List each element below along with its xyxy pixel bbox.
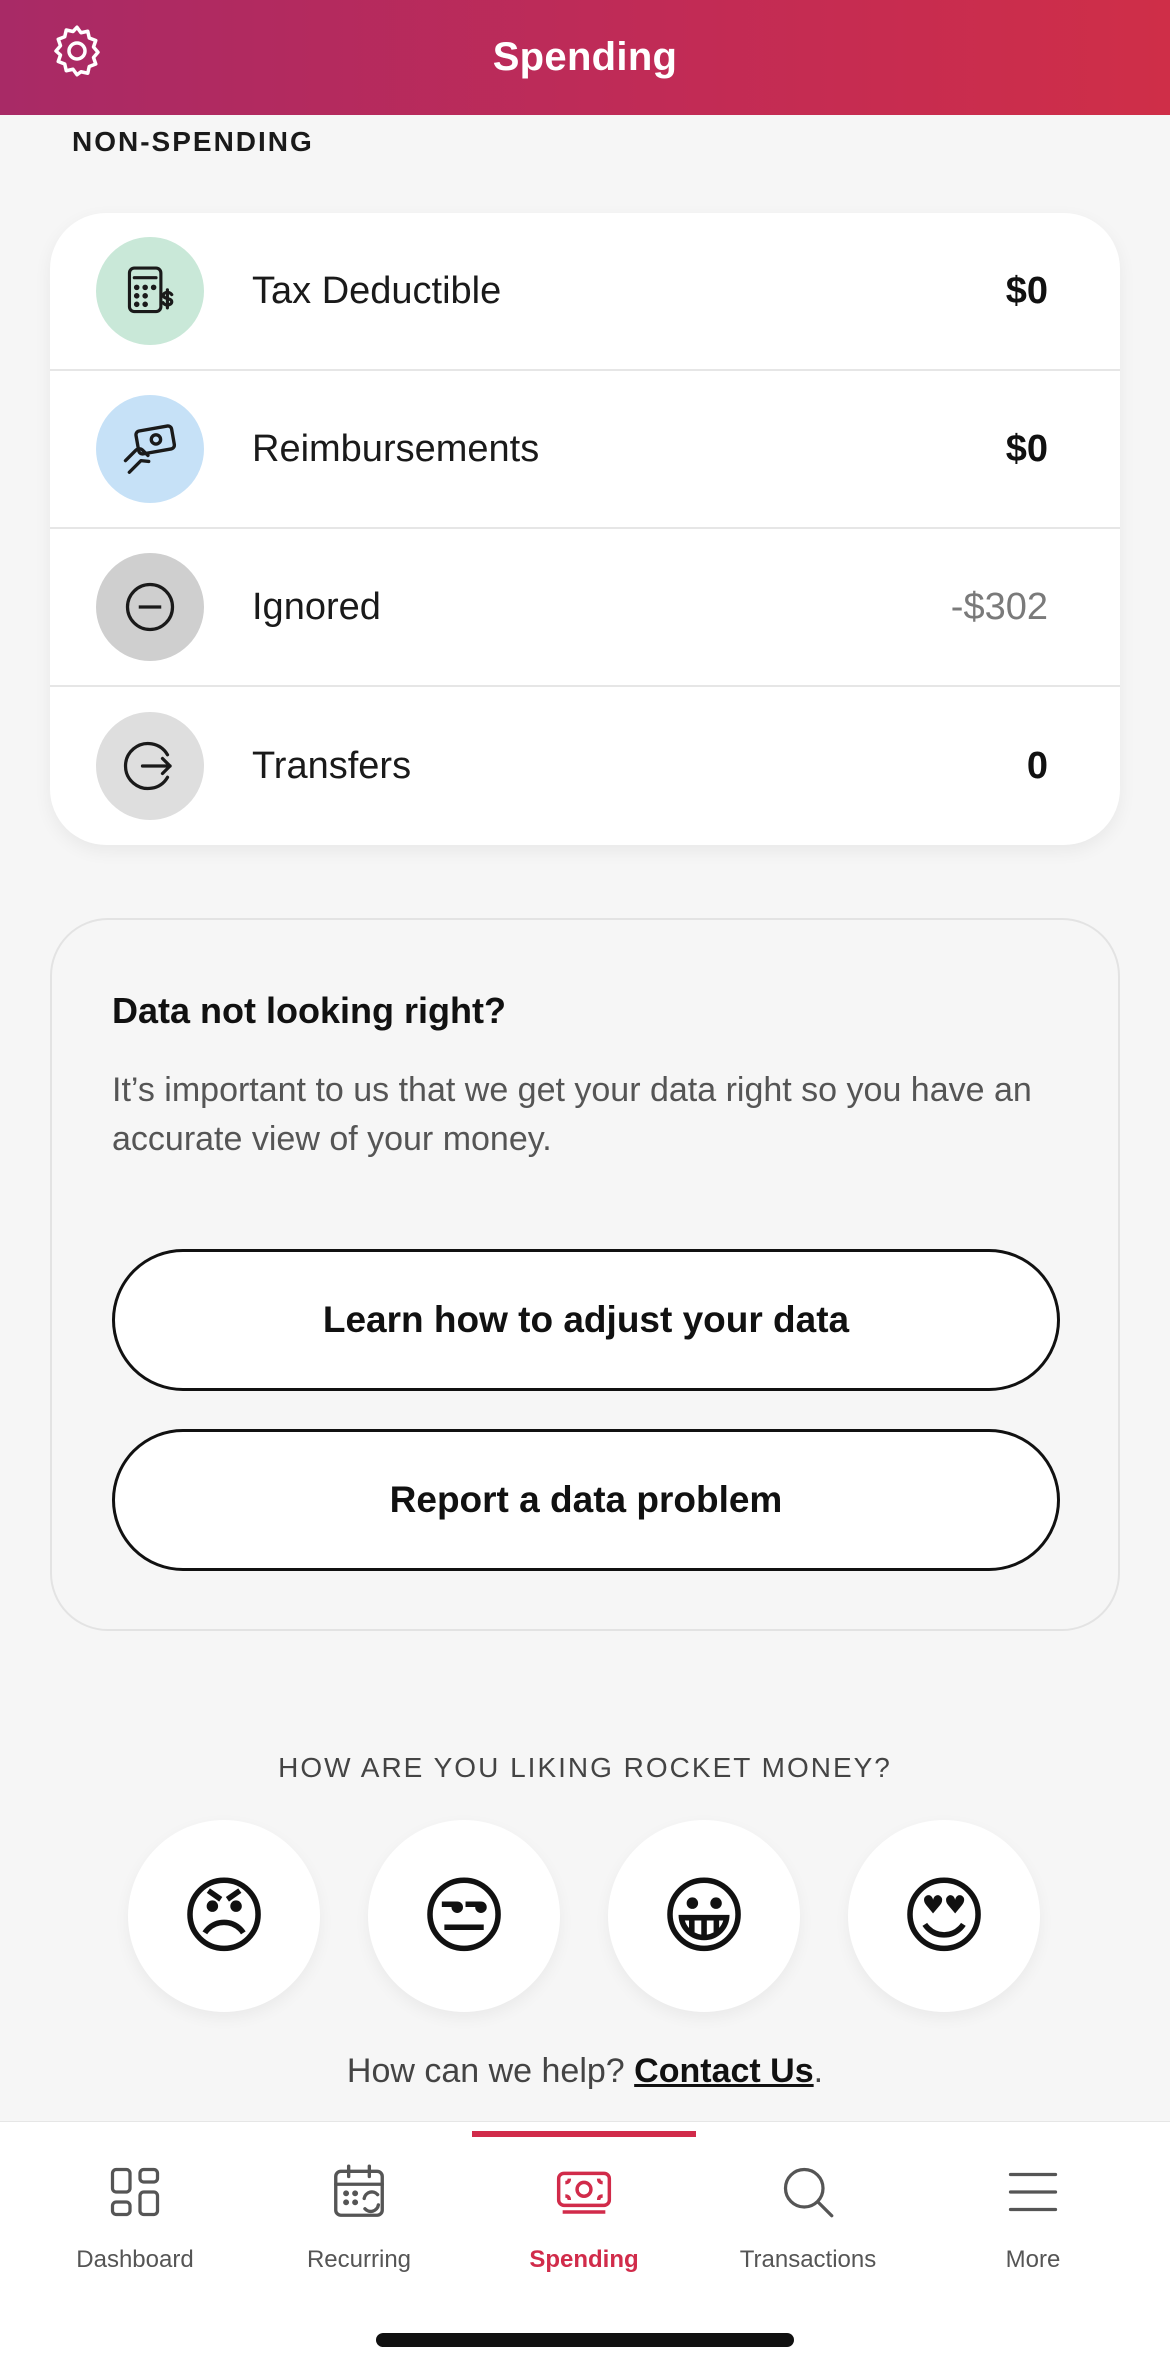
- app-header: Spending: [0, 0, 1170, 115]
- category-label: Transfers: [252, 744, 412, 787]
- arrow-right-circle-icon: [96, 712, 204, 820]
- data-help-card: Data not looking right? It’s important t…: [50, 918, 1120, 1631]
- rating-option-grinning[interactable]: 😀: [608, 1820, 800, 2012]
- category-label: Reimbursements: [252, 427, 540, 470]
- nav-label: Dashboard: [76, 2246, 194, 2273]
- category-row-reimbursements[interactable]: Reimbursements $0: [50, 371, 1120, 529]
- nav-tab-spending[interactable]: Spending: [484, 2152, 684, 2292]
- page-title: Spending: [492, 35, 678, 79]
- gear-icon: [54, 25, 100, 77]
- nav-tab-recurring[interactable]: Recurring: [259, 2152, 459, 2292]
- help-card-body: It’s important to us that we get your da…: [112, 1071, 1032, 1158]
- category-amount: 0: [1026, 744, 1048, 787]
- learn-adjust-data-button[interactable]: Learn how to adjust your data: [112, 1249, 1060, 1391]
- nav-label: Spending: [529, 2246, 639, 2273]
- calendar-recurring-icon: [319, 2152, 399, 2232]
- category-label: Tax Deductible: [252, 269, 502, 312]
- nav-tab-transactions[interactable]: Transactions: [708, 2152, 908, 2292]
- heart-eyes-face-icon: 😍: [900, 1869, 988, 1963]
- nav-label: Transactions: [739, 2246, 877, 2273]
- category-row-tax-deductible[interactable]: Tax Deductible $0: [50, 213, 1120, 371]
- home-indicator: [376, 2333, 794, 2347]
- section-label-non-spending: NON-SPENDING: [72, 126, 314, 157]
- report-data-problem-button[interactable]: Report a data problem: [112, 1429, 1060, 1571]
- non-spending-card: Tax Deductible $0 Reimbursements $0 Igno…: [50, 213, 1120, 845]
- spending-cash-icon: [544, 2152, 624, 2232]
- contact-suffix: .: [813, 2052, 824, 2090]
- search-icon: [768, 2152, 848, 2232]
- nav-tab-more[interactable]: More: [933, 2152, 1133, 2292]
- help-card-title: Data not looking right?: [112, 990, 506, 1031]
- nav-label: More: [1005, 2246, 1061, 2273]
- minus-circle-icon: [96, 553, 204, 661]
- hamburger-menu-icon: [993, 2152, 1073, 2232]
- calculator-dollar-icon: [96, 237, 204, 345]
- category-row-ignored[interactable]: Ignored -$302: [50, 529, 1120, 687]
- nav-tab-dashboard[interactable]: Dashboard: [35, 2152, 235, 2292]
- category-row-transfers[interactable]: Transfers 0: [50, 687, 1120, 845]
- settings-button[interactable]: [44, 18, 110, 84]
- dashboard-grid-icon: [95, 2152, 175, 2232]
- rating-option-unamused[interactable]: 😒: [368, 1820, 560, 2012]
- rating-prompt: HOW ARE YOU LIKING ROCKET MONEY?: [278, 1752, 892, 1783]
- nav-label: Recurring: [306, 2246, 412, 2273]
- active-tab-indicator: [472, 2131, 696, 2137]
- category-amount: -$302: [950, 585, 1048, 628]
- hand-cash-icon: [96, 395, 204, 503]
- category-amount: $0: [1005, 269, 1048, 312]
- category-amount: $0: [1005, 427, 1048, 470]
- contact-prefix: How can we help?: [346, 2052, 635, 2090]
- contact-line: How can we help? Contact Us.: [0, 2052, 1170, 2091]
- angry-face-icon: 😠: [180, 1869, 268, 1963]
- unamused-face-icon: 😒: [420, 1869, 508, 1963]
- rating-option-angry[interactable]: 😠: [128, 1820, 320, 2012]
- rating-option-heart-eyes[interactable]: 😍: [848, 1820, 1040, 2012]
- category-label: Ignored: [252, 585, 381, 628]
- contact-us-link[interactable]: Contact Us: [634, 2052, 813, 2090]
- grinning-face-icon: 😀: [660, 1869, 748, 1963]
